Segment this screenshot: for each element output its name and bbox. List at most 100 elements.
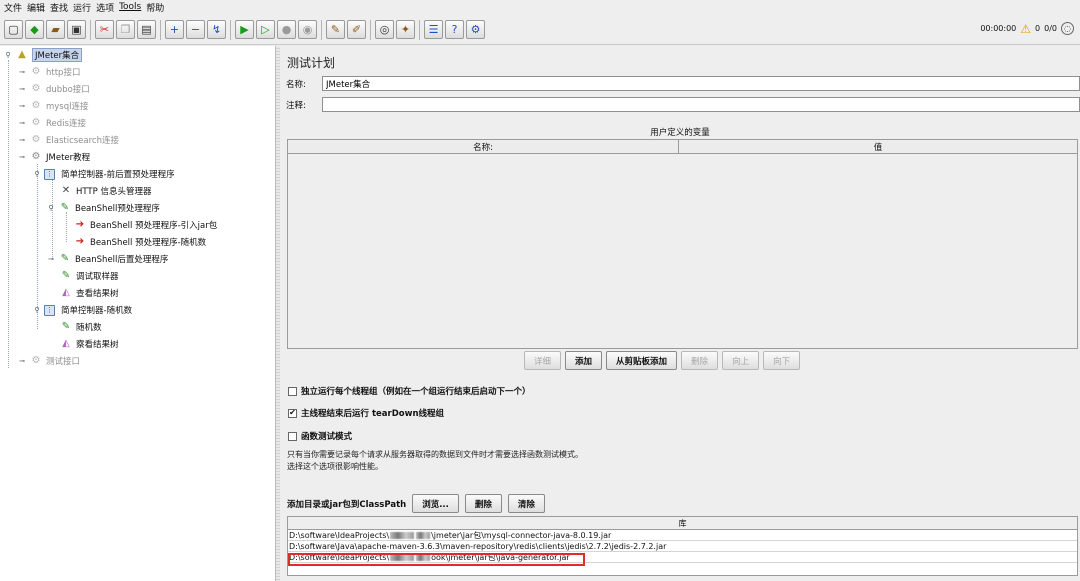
library-path-start: D:\software\IdeaProjects\ bbox=[289, 530, 390, 540]
tree-node-beanshell-jar[interactable]: ➔ BeanShell 预处理程序-引入jar包 bbox=[73, 217, 217, 233]
menu-options[interactable]: 选项 bbox=[96, 1, 119, 14]
expand-handle-icon[interactable]: ⊸ bbox=[18, 119, 26, 127]
stop-icon[interactable]: ● bbox=[277, 20, 296, 39]
comment-input[interactable] bbox=[322, 97, 1080, 112]
shutdown-icon[interactable]: ◉ bbox=[298, 20, 317, 39]
checkbox-box[interactable] bbox=[288, 431, 297, 441]
toggle-icon[interactable]: ↯ bbox=[207, 20, 226, 39]
start-icon[interactable]: ▶ bbox=[235, 20, 254, 39]
checkmark-icon[interactable]: ✔ bbox=[288, 408, 297, 418]
add-from-clipboard-button[interactable]: 从剪贴板添加 bbox=[606, 351, 678, 370]
run-groups-consecutively-checkbox[interactable]: 独立运行每个线程组（例如在一个组运行结束后启动下一个） bbox=[288, 385, 531, 397]
tree-node-label: BeanShell后置处理程序 bbox=[75, 255, 169, 265]
tree-node-beanshell-pre[interactable]: ⚲ ✎ BeanShell预处理程序 bbox=[47, 200, 160, 216]
library-column-header[interactable]: 库 bbox=[288, 517, 1077, 530]
classpath-clear-button[interactable]: 清除 bbox=[507, 494, 545, 513]
menu-tools[interactable]: Tools bbox=[119, 2, 146, 12]
tree-node-results-tree-2[interactable]: ◭ 察看结果树 bbox=[59, 336, 118, 352]
remote-icon[interactable]: ⚙ bbox=[466, 20, 485, 39]
paste-icon[interactable]: ▤ bbox=[137, 20, 156, 39]
copy-icon[interactable]: ❐ bbox=[116, 20, 135, 39]
detail-button[interactable]: 详细 bbox=[524, 351, 562, 370]
collapse-icon[interactable]: − bbox=[186, 20, 205, 39]
collapse-handle-icon[interactable]: ⚲ bbox=[4, 51, 12, 59]
clear-all-icon[interactable]: ✐ bbox=[347, 20, 366, 39]
menu-edit[interactable]: 编辑 bbox=[27, 1, 50, 14]
add-button[interactable]: 添加 bbox=[565, 351, 603, 370]
tree-node-label: 简单控制器-前后置预处理程序 bbox=[61, 170, 175, 180]
up-button[interactable]: 向上 bbox=[722, 351, 760, 370]
tree-node-random[interactable]: ✎ 随机数 bbox=[59, 319, 102, 335]
highlight-box bbox=[288, 553, 585, 566]
save-icon[interactable]: ▣ bbox=[67, 20, 86, 39]
tree-node-label: http接口 bbox=[46, 68, 81, 78]
menu-search[interactable]: 查找 bbox=[50, 1, 73, 14]
menu-file[interactable]: 文件 bbox=[4, 1, 27, 14]
column-value-header[interactable]: 值 bbox=[679, 140, 1077, 153]
tree-node-label: JMeter教程 bbox=[46, 153, 91, 163]
collapse-handle-icon[interactable]: ⚲ bbox=[47, 204, 55, 212]
classpath-library-table[interactable]: 库 D:\software\IdeaProjects\ \jmeter\jar包\… bbox=[287, 516, 1078, 576]
search-icon[interactable]: ◎ bbox=[375, 20, 394, 39]
function-helper-icon[interactable]: ☰ bbox=[424, 20, 443, 39]
library-row[interactable]: D:\software\Java\apache-maven-3.6.3\mave… bbox=[288, 541, 1077, 552]
tree-node-redis[interactable]: ⊸ ⚙ Redis连接 bbox=[18, 115, 86, 131]
tree-node-label: 测试接口 bbox=[46, 357, 81, 367]
teardown-checkbox[interactable]: ✔ 主线程结束后运行 tearDown线程组 bbox=[288, 407, 444, 419]
expand-handle-icon[interactable]: ⊸ bbox=[18, 102, 26, 110]
name-input[interactable] bbox=[322, 76, 1080, 91]
tree-root[interactable]: ⚲ ▲ JMeter集合 bbox=[4, 47, 83, 63]
tree-node-label: dubbo接口 bbox=[46, 85, 90, 95]
tree-node-elasticsearch[interactable]: ⊸ ⚙ Elasticsearch连接 bbox=[18, 132, 119, 148]
start-no-pause-icon[interactable]: ▷ bbox=[256, 20, 275, 39]
collapse-handle-icon[interactable]: ⚲ bbox=[33, 170, 41, 178]
help-icon[interactable]: ? bbox=[445, 20, 464, 39]
expand-handle-icon[interactable]: ⊸ bbox=[18, 68, 26, 76]
tree-node-label: BeanShell预处理程序 bbox=[75, 204, 160, 214]
menu-help[interactable]: 帮助 bbox=[146, 1, 169, 14]
down-button[interactable]: 向下 bbox=[763, 351, 801, 370]
tree-node-beanshell-post[interactable]: ⊸ ✎ BeanShell后置处理程序 bbox=[47, 251, 168, 267]
classpath-delete-button[interactable]: 删除 bbox=[464, 494, 502, 513]
tree-node-header-manager[interactable]: ✕ HTTP 信息头管理器 bbox=[59, 183, 152, 199]
browse-button[interactable]: 浏览... bbox=[412, 494, 459, 513]
tree-node-mysql[interactable]: ⊸ ⚙ mysql连接 bbox=[18, 98, 89, 114]
column-name-header[interactable]: 名称: bbox=[288, 140, 679, 153]
tree-node-beanshell-random[interactable]: ➔ BeanShell 预处理程序-随机数 bbox=[73, 234, 206, 250]
collapse-handle-icon[interactable]: ⚲ bbox=[33, 306, 41, 314]
expand-handle-icon[interactable]: ⊸ bbox=[47, 255, 55, 263]
functional-mode-checkbox[interactable]: 函数测试模式 bbox=[288, 430, 352, 442]
clear-icon[interactable]: ✎ bbox=[326, 20, 345, 39]
open-icon[interactable]: ▰ bbox=[46, 20, 65, 39]
checkbox-box[interactable] bbox=[288, 386, 297, 396]
delete-button[interactable]: 删除 bbox=[681, 351, 719, 370]
tree-node-test-interface[interactable]: ⊸ ⚙ 测试接口 bbox=[18, 353, 80, 369]
thread-group-icon: ⚙ bbox=[31, 66, 41, 77]
expand-handle-icon[interactable]: ⊸ bbox=[18, 136, 26, 144]
templates-icon[interactable]: ◆ bbox=[25, 20, 44, 39]
library-row[interactable]: D:\software\IdeaProjects\ \jmeter\jar包\my… bbox=[288, 530, 1077, 541]
tree-node-simple-controller-1[interactable]: ⚲ ⋮ 简单控制器-前后置预处理程序 bbox=[33, 166, 175, 182]
script-arrow-icon: ➔ bbox=[75, 236, 85, 247]
tree-node-debug-sampler[interactable]: ✎ 调试取样器 bbox=[59, 268, 119, 284]
new-icon[interactable]: ▢ bbox=[4, 20, 23, 39]
thread-group-icon: ⚙ bbox=[31, 100, 41, 111]
classpath-label: 添加目录或jar包到ClassPath bbox=[287, 499, 407, 510]
tree-node-jmeter-tutorial[interactable]: ⊸ ⚙ JMeter教程 bbox=[18, 149, 90, 165]
cut-icon[interactable]: ✂ bbox=[95, 20, 114, 39]
expand-handle-icon[interactable]: ⊸ bbox=[18, 153, 26, 161]
postprocessor-icon: ✎ bbox=[60, 253, 70, 264]
tree-node-label: mysql连接 bbox=[46, 102, 89, 112]
tree-node-simple-controller-2[interactable]: ⚲ ⋮ 简单控制器-随机数 bbox=[33, 302, 132, 318]
expand-icon[interactable]: + bbox=[165, 20, 184, 39]
toolbar: ▢ ◆ ▰ ▣ ✂ ❐ ▤ + − ↯ ▶ ▷ ● ◉ ✎ ✐ ◎ ✦ ☰ ? … bbox=[0, 15, 1080, 45]
menu-run[interactable]: 运行 bbox=[73, 1, 96, 14]
reset-search-icon[interactable]: ✦ bbox=[396, 20, 415, 39]
user-variables-table[interactable]: 名称: 值 bbox=[287, 139, 1078, 349]
tree-node-http[interactable]: ⊸ ⚙ http接口 bbox=[18, 64, 80, 80]
expand-handle-icon[interactable]: ⊸ bbox=[18, 85, 26, 93]
expand-handle-icon[interactable]: ⊸ bbox=[18, 357, 26, 365]
tree-node-dubbo[interactable]: ⊸ ⚙ dubbo接口 bbox=[18, 81, 90, 97]
warning-icon[interactable]: ⚠ bbox=[1020, 23, 1031, 35]
tree-node-results-tree-1[interactable]: ◭ 查看结果树 bbox=[59, 285, 118, 301]
